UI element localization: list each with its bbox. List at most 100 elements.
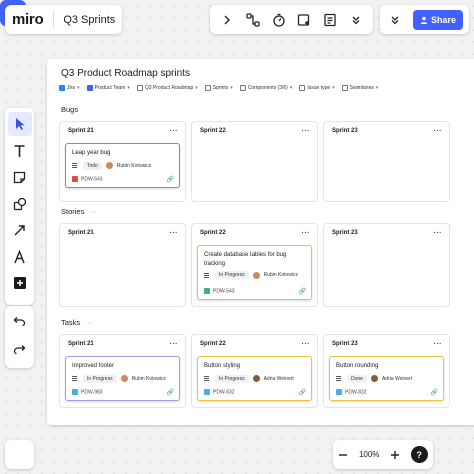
team-icon <box>86 85 93 91</box>
filter-jira[interactable]: Jira ▾ <box>59 85 80 91</box>
tasks-sprint-23: Sprint 23 ··· Button rounding Done Adria … <box>323 334 450 408</box>
description-icon <box>72 163 77 168</box>
issue-card[interactable]: Improved footer In Progress Rubin Kotowi… <box>65 356 180 401</box>
issue-card[interactable]: Button styling In Progress Adria Weinert… <box>197 356 312 401</box>
issue-card[interactable]: Leap year bug Todo Rubin Kotowicz PDW-54… <box>65 143 180 188</box>
assignee-name: Rubin Kotowicz <box>131 375 167 382</box>
card-title: Leap year bug <box>72 150 111 156</box>
shapes-tool[interactable] <box>8 192 32 216</box>
plus-square-icon <box>13 277 26 289</box>
issue-card[interactable]: Button rounding Done Adria Weinert PDW-8… <box>329 356 444 401</box>
help-icon[interactable]: ? <box>410 446 428 463</box>
select-tool[interactable] <box>7 112 32 136</box>
board-name[interactable]: Q3 Sprints <box>63 14 115 26</box>
timer-icon[interactable] <box>269 10 289 30</box>
description-icon <box>72 376 77 381</box>
zoom-out-icon[interactable] <box>338 450 348 460</box>
more-icon: ··· <box>84 318 94 327</box>
bug-icon <box>72 176 78 183</box>
attachment-icon: 🔗 <box>430 390 438 396</box>
stories-sprint-23: Sprint 23 ··· <box>323 223 450 307</box>
flow-icon[interactable] <box>243 10 263 30</box>
add-board-icon[interactable] <box>294 10 314 30</box>
status-badge: Todo <box>83 161 102 170</box>
undo-button[interactable] <box>8 310 32 334</box>
issue-key: PDW-983 <box>81 389 103 396</box>
chevron-right-icon[interactable] <box>217 10 237 30</box>
more-icon[interactable]: ··· <box>302 128 311 135</box>
assignee-name: Rubin Kotowicz <box>263 272 299 278</box>
more-icon[interactable]: ··· <box>170 341 179 348</box>
avatar <box>252 271 260 279</box>
filter-swimlanes[interactable]: Swimlanes ▾ <box>341 85 378 91</box>
more-icon[interactable]: ··· <box>170 230 179 237</box>
filter-components[interactable]: Components (3/6) ▾ <box>239 85 292 91</box>
share-label: Share <box>430 14 456 25</box>
redo-button[interactable] <box>8 338 32 362</box>
filter-product-team[interactable]: Product Team ▾ <box>86 85 130 91</box>
more-icon[interactable]: ··· <box>302 341 311 348</box>
filter-issue-type[interactable]: Issue type ▾ <box>299 85 335 91</box>
description-icon <box>336 376 341 381</box>
shapes-icon <box>13 197 26 210</box>
more-icon[interactable]: ··· <box>434 230 443 237</box>
share-button[interactable]: Share <box>413 9 463 30</box>
panels-toggle[interactable] <box>5 440 34 469</box>
arrow-icon <box>14 224 25 235</box>
assignee-name: Adria Weinert <box>263 375 294 382</box>
attachment-icon: 🔗 <box>298 289 306 295</box>
issue-key: PDW-832 <box>345 389 367 396</box>
story-icon <box>204 288 210 295</box>
column-title: Sprint 22 <box>200 128 226 134</box>
zoom-in-icon[interactable] <box>390 450 400 460</box>
avatar <box>120 375 128 382</box>
jira-sprint-board[interactable]: Q3 Product Roadmap sprints Jira ▾ Product… <box>47 59 474 425</box>
task-icon <box>204 389 210 396</box>
attachment-icon: 🔗 <box>298 390 306 396</box>
column-title: Sprint 21 <box>68 128 94 134</box>
card-title: Improved footer <box>72 363 115 369</box>
chevron-double-down-icon[interactable] <box>346 10 366 30</box>
connector-tool[interactable] <box>8 218 32 242</box>
assignee-name: Rubin Kotowicz <box>116 162 152 169</box>
issue-card[interactable]: Create database tables for bug tracking … <box>197 245 312 300</box>
redo-icon <box>13 345 26 355</box>
card-title: Create database tables for bug tracking <box>204 252 287 267</box>
zoom-level[interactable]: 100% <box>359 450 379 459</box>
column-title: Sprint 23 <box>332 128 358 134</box>
bugs-sprint-23: Sprint 23 ··· <box>323 121 450 202</box>
column-title: Sprint 21 <box>68 341 94 347</box>
task-icon <box>336 389 342 396</box>
issue-type-icon <box>299 85 306 91</box>
sprint-icon <box>204 85 211 91</box>
miro-logo[interactable]: miro <box>5 11 44 28</box>
more-icon[interactable]: ··· <box>434 128 443 135</box>
description-icon <box>204 272 209 278</box>
lane-tasks: Tasks ··· <box>61 318 94 327</box>
chevron-double-down-icon[interactable] <box>385 10 405 30</box>
stories-sprint-22: Sprint 22 ··· Create database tables for … <box>191 223 318 307</box>
roadmap-icon <box>136 85 143 91</box>
pen-icon <box>14 249 25 263</box>
sticky-note-icon <box>13 171 26 183</box>
stories-sprint-21: Sprint 21 ··· <box>59 223 186 307</box>
more-icon[interactable]: ··· <box>302 230 311 237</box>
notes-icon[interactable] <box>320 10 340 30</box>
filter-sprints[interactable]: Sprints ▾ <box>204 85 233 91</box>
add-more-tool[interactable] <box>8 271 32 295</box>
card-title: Button styling <box>204 363 241 369</box>
text-tool[interactable] <box>8 139 32 163</box>
bugs-sprint-22: Sprint 22 ··· <box>191 121 318 202</box>
status-badge: In Progress <box>215 271 249 279</box>
assignee-name: Adria Weinert <box>381 375 413 382</box>
avatar <box>252 375 260 382</box>
tasks-sprint-21: Sprint 21 ··· Improved footer In Progress… <box>59 334 186 408</box>
attachment-icon: 🔗 <box>166 390 174 396</box>
filter-roadmap[interactable]: Q3 Product Roadmap ▾ <box>136 85 198 91</box>
pen-tool[interactable] <box>8 245 32 269</box>
column-title: Sprint 21 <box>68 230 94 236</box>
sticky-note-tool[interactable] <box>8 165 32 189</box>
tasks-sprint-22: Sprint 22 ··· Button styling In Progress … <box>191 334 318 408</box>
more-icon[interactable]: ··· <box>170 128 179 135</box>
more-icon[interactable]: ··· <box>434 341 443 348</box>
